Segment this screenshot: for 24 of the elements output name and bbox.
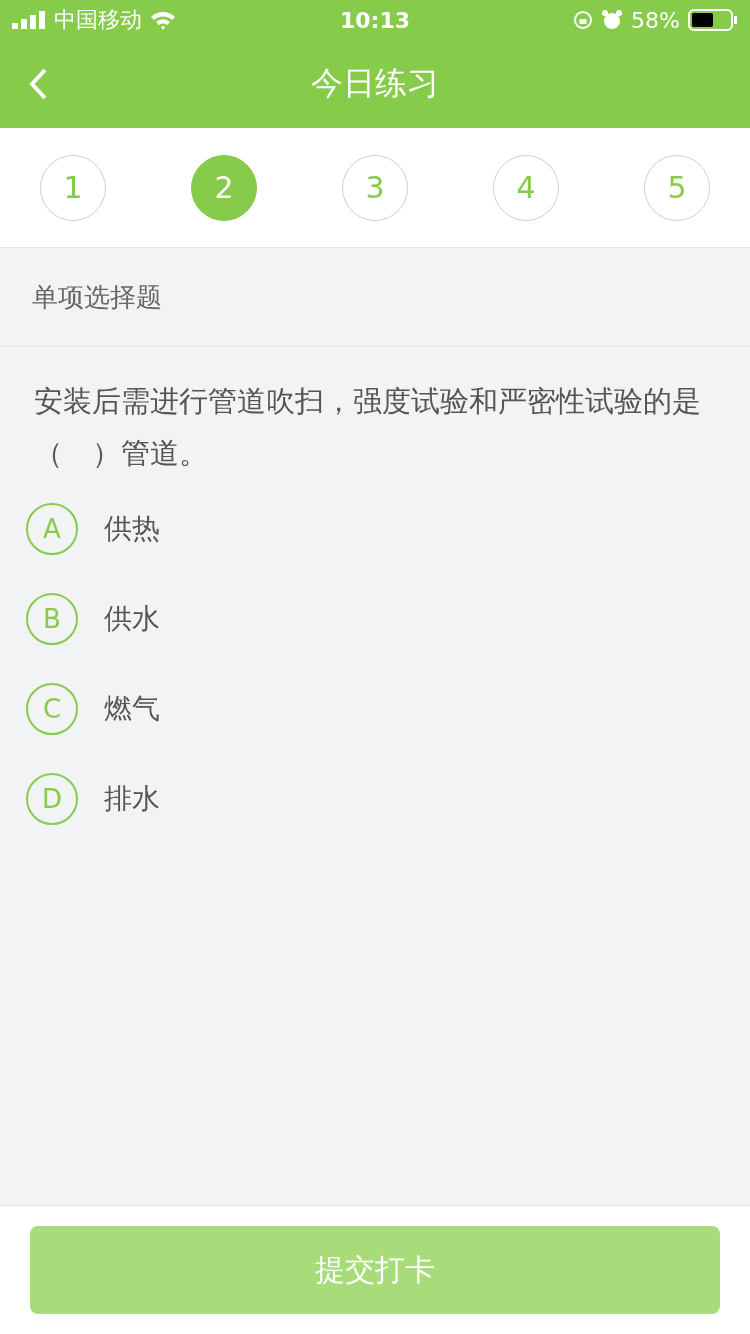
carrier-name: 中国移动 [54,6,142,34]
option-letter[interactable]: D [26,773,78,825]
option-letter[interactable]: C [26,683,78,735]
wifi-icon [150,10,176,30]
battery-icon [688,9,738,31]
option-letter[interactable]: B [26,593,78,645]
signal-icon [12,11,46,29]
question-number[interactable]: 4 [493,154,559,221]
page-title: 今日练习 [311,63,439,104]
battery-percent: 58% [631,7,680,33]
rotation-lock-icon [573,10,594,30]
question-number[interactable]: 2 [191,154,257,221]
option-text[interactable]: 供热 [104,510,160,548]
status-time: 10:13 [340,7,410,33]
option-text[interactable]: 燃气 [104,690,160,728]
question-type: 单项选择题 [32,280,162,314]
option-letter[interactable]: A [26,503,78,555]
question-text: 安装后需进行管道吹扫，强度试验和严密性试验的是（ ）管道。 [34,384,701,470]
question-number[interactable]: 3 [342,154,408,221]
alarm-icon [601,9,624,31]
option-text[interactable]: 供水 [104,600,160,638]
question-number[interactable]: 5 [644,154,710,221]
question-number[interactable]: 1 [40,154,106,221]
option-text[interactable]: 排水 [104,780,160,818]
